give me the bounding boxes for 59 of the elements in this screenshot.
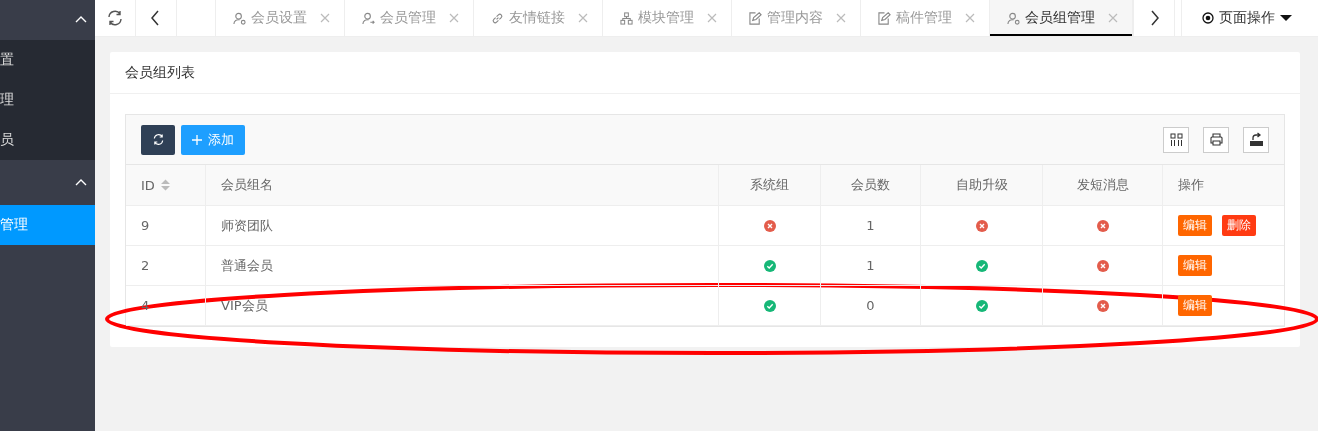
table-cell: 2 <box>126 246 206 286</box>
column-header: 自助升级 <box>921 165 1043 206</box>
table-cell: 1 <box>821 206 921 246</box>
edit-icon <box>749 11 762 25</box>
card-title: 会员组列表 <box>110 52 1300 94</box>
table-cell: 4 <box>126 286 206 326</box>
link-icon <box>491 11 504 25</box>
column-header: 系统组 <box>719 165 821 206</box>
refresh-icon <box>151 133 165 146</box>
user-arrow-icon <box>362 11 375 25</box>
table-cell: 1 <box>821 246 921 286</box>
tab-label: 会员组管理 <box>1025 9 1095 27</box>
sidebar-item[interactable]: 理 <box>0 80 95 120</box>
tab-label: 会员管理 <box>380 9 436 27</box>
tab-label: 管理内容 <box>767 9 823 27</box>
tab-label: 会员设置 <box>251 9 307 27</box>
table-cell: 0 <box>821 286 921 326</box>
add-button[interactable]: 添加 <box>181 124 245 155</box>
caret-down-icon <box>1280 12 1292 24</box>
sidebar-item[interactable]: 管理 <box>0 205 95 245</box>
page-actions-menu[interactable]: 页面操作 <box>1181 0 1318 36</box>
edit-button[interactable]: 编辑 <box>1178 255 1212 276</box>
column-header[interactable]: ID <box>126 165 206 206</box>
table-cell: VIP会员 <box>206 286 719 326</box>
column-header: 发短消息 <box>1043 165 1163 206</box>
tab[interactable]: 模块管理 <box>603 0 732 36</box>
sidebar-item[interactable]: 置 <box>0 40 95 80</box>
sidebar-item[interactable]: 员 <box>0 120 95 160</box>
export-button[interactable] <box>1243 126 1269 153</box>
print-icon <box>1208 132 1224 147</box>
export-icon <box>1248 132 1264 147</box>
edit-icon <box>878 11 891 25</box>
table-cell: 师资团队 <box>206 206 719 246</box>
delete-button[interactable]: 删除 <box>1222 215 1256 236</box>
print-button[interactable] <box>1203 126 1229 153</box>
plus-icon <box>192 134 202 145</box>
tab[interactable]: 管理内容 <box>732 0 861 36</box>
tab[interactable]: 会员组管理 <box>990 0 1133 36</box>
edit-button[interactable]: 编辑 <box>1178 295 1212 316</box>
user-gear-icon <box>233 11 246 25</box>
hierarchy-icon <box>620 11 633 25</box>
table-cell: 9 <box>126 206 206 246</box>
tab-label: 模块管理 <box>638 9 694 27</box>
user-gear-icon <box>1007 11 1020 25</box>
column-header: 操作 <box>1163 165 1284 206</box>
column-header: 会员组名 <box>206 165 719 206</box>
tab[interactable]: 会员管理 <box>345 0 474 36</box>
columns-icon <box>1168 132 1184 147</box>
tab[interactable]: 友情链接 <box>474 0 603 36</box>
radio-icon <box>1202 12 1214 24</box>
refresh-button[interactable] <box>141 124 175 155</box>
edit-button[interactable]: 编辑 <box>1178 215 1212 236</box>
tab-label: 稿件管理 <box>896 9 952 27</box>
table-cell: 普通会员 <box>206 246 719 286</box>
columns-button[interactable] <box>1163 126 1189 153</box>
tab[interactable]: 会员设置 <box>216 0 345 36</box>
column-header: 会员数 <box>821 165 921 206</box>
refresh-icon[interactable] <box>106 9 124 27</box>
tab-label: 友情链接 <box>509 9 565 27</box>
